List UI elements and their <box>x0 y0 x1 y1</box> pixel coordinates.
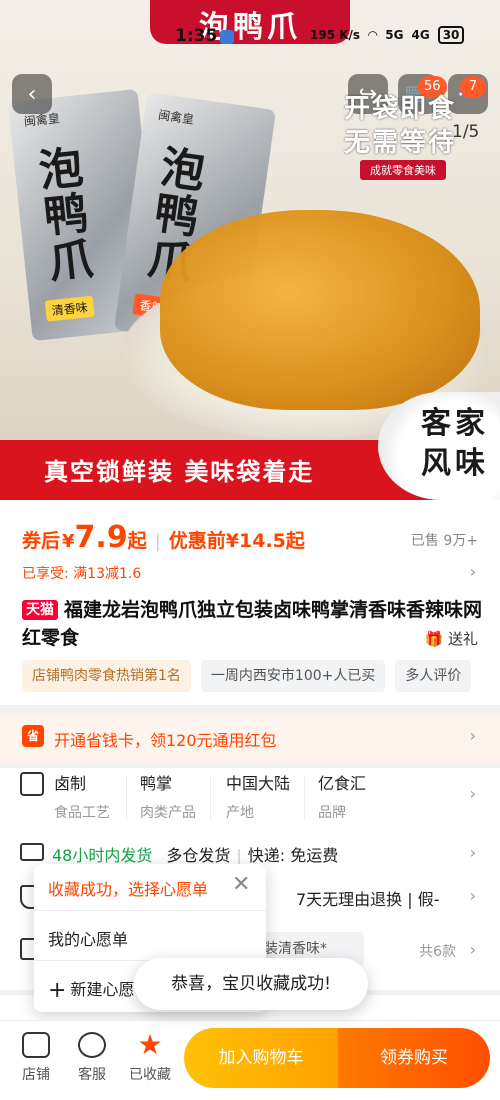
status-indicators: 195 K/s ◠ 5G 4G 30 <box>310 26 465 44</box>
attributes-icon <box>20 772 44 796</box>
truck-icon <box>20 843 44 861</box>
price-value: 7.9 <box>74 520 128 555</box>
plus-icon: + <box>48 978 67 1003</box>
attribute-key: 肉类产品 <box>140 805 196 821</box>
notification-icon <box>220 30 234 44</box>
attribute-item[interactable]: 鸭掌 肉类产品 <box>140 770 196 822</box>
guarantee-row[interactable]: 7天无理由退换 | 假- <box>296 886 440 910</box>
hero-red-bar-text: 真空锁鲜装 美味袋着走 <box>44 458 315 486</box>
attribute-key: 食品工艺 <box>54 805 110 821</box>
tab-favorited[interactable]: ★ 已收藏 <box>122 1028 178 1084</box>
tmall-badge: 天猫 <box>22 600 58 620</box>
savings-text: 开通省钱卡，领120元通用红包 <box>54 731 277 750</box>
duck-feet-image <box>160 210 480 410</box>
attribute-item[interactable]: 中国大陆 产地 <box>226 770 290 822</box>
pack-brand: 闽禽皇 <box>157 107 195 127</box>
new-wishlist-button[interactable]: + 新建心愿 <box>48 976 134 1003</box>
ranking-chips: 店铺鸭肉零食热销第1名 一周内西安市100+人已买 多人评价 <box>22 660 500 692</box>
star-icon: ★ <box>137 1028 163 1061</box>
sold-count: 已售 9万+ <box>410 533 478 549</box>
attribute-key: 品牌 <box>318 805 346 821</box>
shop-icon <box>22 1032 50 1058</box>
signal-4g: 4G <box>411 28 430 42</box>
shipping-express: 快递: 免运费 <box>247 846 339 865</box>
hero-slogan-line2: 无需等待 <box>344 128 457 158</box>
tab-shop[interactable]: 店铺 <box>8 1032 64 1084</box>
attribute-value: 中国大陆 <box>226 774 291 793</box>
attribute-value: 亿食汇 <box>318 774 367 793</box>
chevron-left-icon: ‹ <box>27 81 37 107</box>
hero-slogan-tag: 成就零食美味 <box>360 160 446 180</box>
sku-total: 共6款 <box>419 944 456 960</box>
net-speed: 195 K/s <box>310 28 361 42</box>
more-count-badge: 7 <box>460 76 486 98</box>
ranking-chip[interactable]: 多人评价 <box>395 660 472 692</box>
divider <box>126 776 127 820</box>
wishlist-item[interactable]: 我的心愿单 <box>48 926 128 950</box>
shipping-warehouse: 多仓发货 <box>166 846 231 865</box>
shipping-row[interactable]: 48小时内发货 多仓发货 | 快递: 免运费 <box>52 842 338 866</box>
tab-label: 已收藏 <box>129 1067 171 1083</box>
shipping-fast: 48小时内发货 <box>52 846 153 865</box>
divider <box>34 910 266 911</box>
wifi-icon: ◠ <box>368 28 378 42</box>
wishlist-popup-header: 收藏成功，选择心愿单 <box>48 880 209 899</box>
status-time: 1:35 <box>175 26 218 46</box>
chevron-right-icon: › <box>469 886 476 905</box>
price-suffix: 起 <box>127 530 147 552</box>
signal-5g: 5G <box>385 28 404 42</box>
tab-label: 客服 <box>78 1067 106 1083</box>
status-bar: 1:35 195 K/s ◠ 5G 4G 30 <box>0 22 500 52</box>
chevron-right-icon: › <box>469 843 476 862</box>
attribute-value: 鸭掌 <box>140 774 173 793</box>
ranking-chip[interactable]: 店铺鸭肉零食热销第1名 <box>22 660 191 692</box>
service-icon <box>78 1032 106 1058</box>
close-icon[interactable]: ✕ <box>232 872 250 897</box>
buy-button[interactable]: 领券购买 <box>338 1028 490 1088</box>
promo-applied[interactable]: 已享受: 满13减1.6 <box>22 563 141 583</box>
attribute-value: 卤制 <box>54 774 87 793</box>
ranking-chip[interactable]: 一周内西安市100+人已买 <box>200 660 386 692</box>
price-line: 券后 ¥ 7.9 起 | 优惠前¥14.5起 <box>22 520 305 555</box>
back-button[interactable]: ‹ <box>12 74 52 114</box>
gift-button[interactable]: 🎁 送礼 <box>425 628 478 649</box>
image-page-indicator: 1/5 <box>452 122 480 142</box>
add-to-cart-button[interactable]: 加入购物车 <box>184 1028 338 1088</box>
price-currency: ¥ <box>62 531 75 552</box>
new-wishlist-label: 新建心愿 <box>70 980 135 999</box>
gift-label: 送礼 <box>447 630 478 648</box>
attribute-item[interactable]: 亿食汇 品牌 <box>318 770 366 822</box>
price-after-coupon-label: 券后 <box>22 530 61 552</box>
savings-icon: 省 <box>22 725 44 747</box>
gift-icon: 🎁 <box>424 630 444 648</box>
battery-icon: 30 <box>437 26 465 44</box>
hero-slogan-line1: 开袋即食 <box>344 94 457 124</box>
chevron-right-icon: › <box>469 940 476 959</box>
pack-title: 泡鸭爪 <box>36 142 96 289</box>
toast: 恭喜，宝贝收藏成功! <box>134 958 368 1010</box>
pack-flavor: 清香味 <box>44 295 95 322</box>
price-before-discount: 优惠前¥14.5起 <box>168 530 305 552</box>
price-separator: | <box>154 531 161 552</box>
attribute-item[interactable]: 卤制 食品工艺 <box>54 770 110 822</box>
attribute-key: 产地 <box>226 805 254 821</box>
divider <box>210 776 211 820</box>
chevron-right-icon: › <box>469 726 476 745</box>
tab-service[interactable]: 客服 <box>64 1032 120 1084</box>
product-title: 天猫 福建龙岩泡鸭爪独立包装卤味鸭掌清香味香辣味网红零食 <box>22 596 482 652</box>
tab-label: 店铺 <box>22 1067 50 1083</box>
chevron-right-icon: › <box>469 784 476 803</box>
hakka-badge-text: 客家风味 <box>421 406 489 481</box>
product-title-text: 福建龙岩泡鸭爪独立包装卤味鸭掌清香味香辣味网红零食 <box>22 599 483 649</box>
chevron-right-icon: › <box>469 562 476 581</box>
divider <box>304 776 305 820</box>
